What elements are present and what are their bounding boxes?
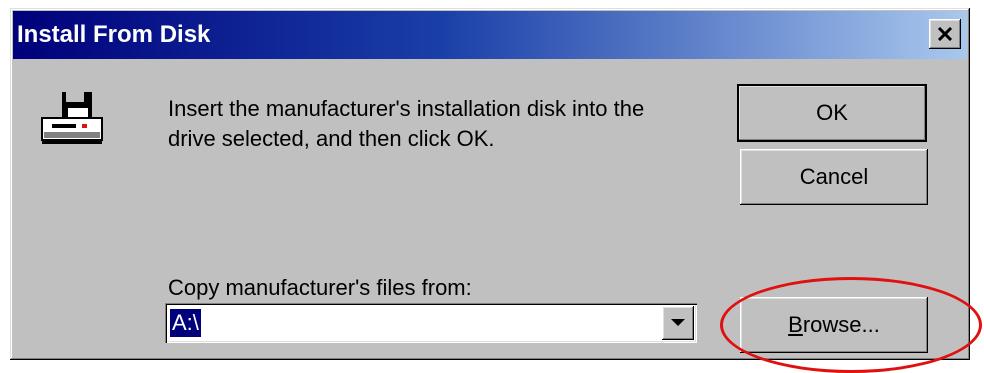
instruction-line-1: Insert the manufacturer's installation d… [168, 96, 645, 121]
dropdown-button[interactable] [662, 306, 694, 340]
window-title: Install From Disk [17, 21, 211, 48]
copy-from-combobox[interactable]: A:\ [165, 303, 697, 343]
instruction-line-2: drive selected, and then click OK. [168, 126, 495, 151]
ok-button[interactable]: OK [737, 84, 927, 142]
annotation-ellipse [720, 277, 982, 373]
copy-from-input[interactable]: A:\ [170, 309, 201, 337]
close-button[interactable] [929, 19, 961, 49]
copy-from-label: Copy manufacturer's files from: [168, 275, 472, 300]
instruction-text: Insert the manufacturer's installation d… [168, 94, 728, 154]
cancel-button-label: Cancel [799, 164, 869, 189]
ok-button-label: OK [816, 100, 848, 125]
chevron-down-icon [671, 319, 685, 326]
floppy-drive-icon [41, 92, 103, 144]
close-icon [937, 27, 953, 41]
title-bar[interactable]: Install From Disk [13, 11, 967, 59]
cancel-button[interactable]: Cancel [740, 149, 928, 205]
